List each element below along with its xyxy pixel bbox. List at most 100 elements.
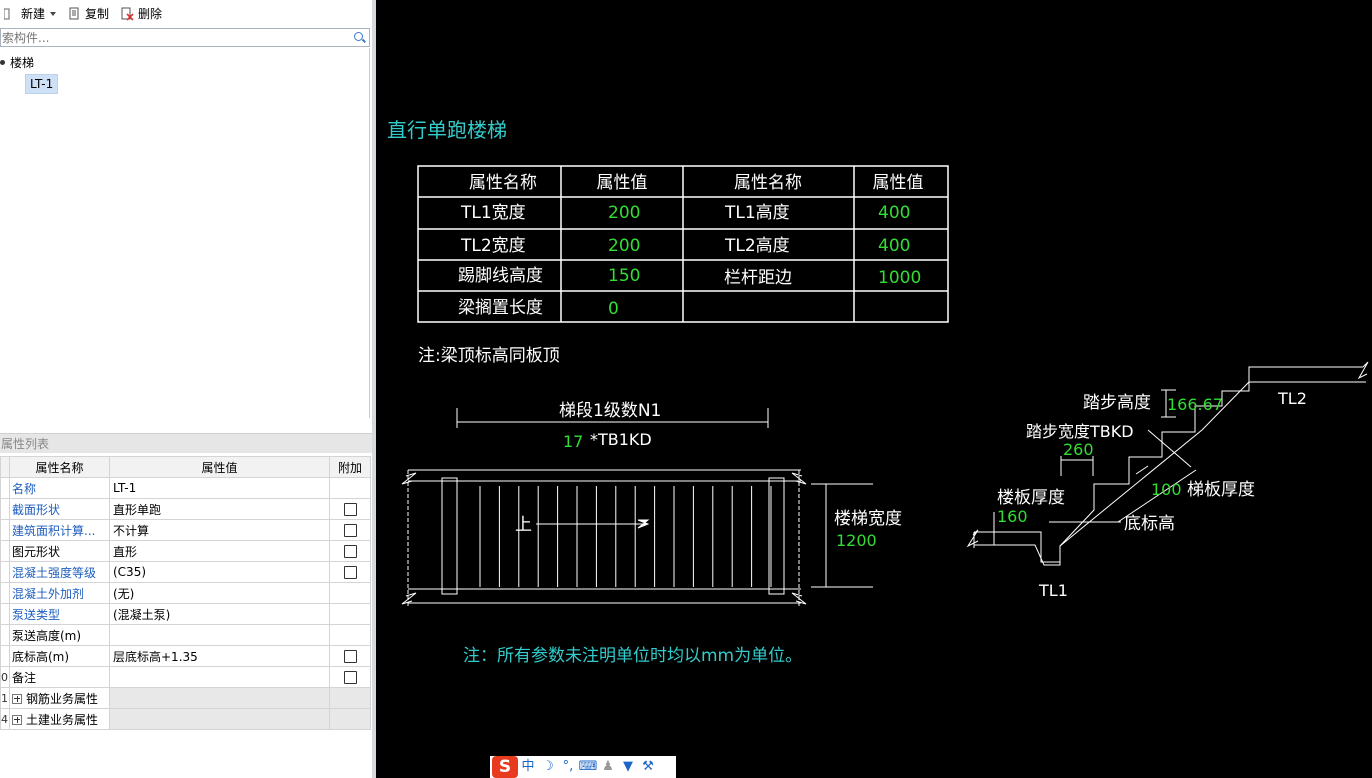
plan-steps-expr: *TB1KD: [590, 430, 652, 449]
property-name: 名称: [9, 477, 110, 499]
property-value[interactable]: (C35): [109, 561, 330, 583]
property-value[interactable]: LT-1: [109, 477, 330, 499]
plan-width-value[interactable]: 1200: [836, 531, 877, 550]
property-extra: [329, 687, 371, 709]
property-extra: [329, 708, 371, 730]
ime-chinese-mode[interactable]: 中: [518, 757, 538, 777]
property-name-text: 建筑面积计算...: [12, 523, 96, 538]
keyboard-icon[interactable]: ⌨: [578, 757, 598, 777]
stair-diagram: 直行单跑楼梯 属性名称 属性值 属性名称 属性值 TL1宽度 TL1高度 TL2…: [387, 118, 1369, 666]
property-name: 泵送高度(m): [9, 624, 110, 646]
component-tree: 楼梯 LT-1: [0, 48, 370, 418]
col-property-value: 属性值: [109, 456, 330, 478]
properties-header-row: 属性名称 属性值 附加: [0, 456, 371, 478]
chevron-down-icon[interactable]: [50, 11, 57, 16]
note-beam-top: 注:梁顶标高同板顶: [418, 346, 560, 366]
property-row[interactable]: 图元形状 直形: [0, 540, 371, 562]
property-name: 建筑面积计算...: [9, 519, 110, 541]
param-tl1-width-value[interactable]: 200: [608, 203, 640, 223]
new-label: 新建: [21, 7, 46, 21]
property-extra: [329, 477, 371, 499]
param-railing-value[interactable]: 1000: [878, 268, 921, 288]
property-value[interactable]: [109, 624, 330, 646]
component-panel: 新建 复制 删除 楼梯 LT-1 属性列表: [0, 0, 372, 778]
copy-label: 复制: [85, 7, 110, 21]
param-tl2-width-value[interactable]: 200: [608, 236, 640, 256]
section-tl1-label: TL1: [1038, 581, 1068, 600]
attach-checkbox[interactable]: [343, 524, 357, 537]
property-value[interactable]: (无): [109, 582, 330, 604]
param-tl2-height-value[interactable]: 400: [878, 236, 910, 256]
property-value[interactable]: [109, 708, 330, 730]
section-stair-thickness-value[interactable]: 100: [1151, 480, 1182, 499]
user-icon[interactable]: ♟: [598, 757, 618, 777]
property-name-text: 钢筋业务属性: [26, 691, 99, 706]
attach-checkbox[interactable]: [343, 545, 357, 558]
property-row-number: [0, 498, 10, 520]
property-value[interactable]: [109, 666, 330, 688]
copy-button[interactable]: 复制: [64, 3, 113, 25]
property-row[interactable]: 4 土建业务属性: [0, 708, 371, 730]
property-row[interactable]: 混凝土强度等级 (C35): [0, 561, 371, 583]
cad-drawing-canvas[interactable]: 直行单跑楼梯 属性名称 属性值 属性名称 属性值 TL1宽度 TL1高度 TL2…: [376, 0, 1372, 778]
plan-steps-value[interactable]: 17: [563, 432, 583, 451]
property-row[interactable]: 截面形状 直形单跑: [0, 498, 371, 520]
table-header-name-1: 属性名称: [469, 173, 537, 193]
tree-node-icon: [0, 60, 5, 65]
section-tl2-label: TL2: [1277, 389, 1307, 408]
attach-checkbox[interactable]: [343, 650, 357, 663]
property-row-number: [0, 624, 10, 646]
attach-checkbox[interactable]: [343, 671, 357, 684]
sogou-logo-icon[interactable]: S: [492, 756, 518, 778]
property-name-text: 图元形状: [12, 544, 61, 559]
property-name-text: 土建业务属性: [26, 712, 99, 727]
property-row[interactable]: 混凝土外加剂 (无): [0, 582, 371, 604]
property-row[interactable]: 0 备注: [0, 666, 371, 688]
property-value[interactable]: 直形: [109, 540, 330, 562]
param-kickboard-value[interactable]: 150: [608, 266, 640, 286]
property-row[interactable]: 底标高(m) 层底标高+1.35: [0, 645, 371, 667]
attach-checkbox[interactable]: [343, 503, 357, 516]
property-row[interactable]: 1 钢筋业务属性: [0, 687, 371, 709]
property-row-number: 0: [0, 666, 10, 688]
param-tl1-width-label: TL1宽度: [460, 203, 526, 223]
param-tl2-width-label: TL2宽度: [460, 236, 526, 256]
skin-icon[interactable]: ▼: [618, 757, 638, 777]
search-icon[interactable]: [354, 32, 363, 41]
property-value[interactable]: 层底标高+1.35: [109, 645, 330, 667]
delete-button[interactable]: 删除: [117, 3, 166, 25]
property-row[interactable]: 泵送高度(m): [0, 624, 371, 646]
section-step-width-label: 踏步宽度TBKD: [1026, 422, 1134, 441]
property-value[interactable]: (混凝土泵): [109, 603, 330, 625]
property-extra: [329, 498, 371, 520]
property-extra: [329, 540, 371, 562]
punctuation-icon[interactable]: °,: [558, 757, 578, 777]
section-step-width-value[interactable]: 260: [1063, 440, 1094, 459]
tree-leaf-lt1[interactable]: LT-1: [25, 74, 59, 94]
expand-icon[interactable]: [12, 693, 22, 704]
property-value[interactable]: 不计算: [109, 519, 330, 541]
property-row[interactable]: 建筑面积计算... 不计算: [0, 519, 371, 541]
property-name: 混凝土强度等级: [9, 561, 110, 583]
attach-checkbox[interactable]: [343, 566, 357, 579]
property-value[interactable]: [109, 687, 330, 709]
property-value[interactable]: 直形单跑: [109, 498, 330, 520]
wrench-icon[interactable]: ⚒: [638, 757, 658, 777]
new-button[interactable]: 新建: [0, 3, 60, 25]
expand-icon[interactable]: [12, 714, 22, 725]
property-row[interactable]: 泵送类型 (混凝土泵): [0, 603, 371, 625]
property-extra: [329, 603, 371, 625]
section-step-height-label: 踏步高度: [1083, 393, 1151, 413]
param-tl1-height-value[interactable]: 400: [878, 203, 910, 223]
moon-icon[interactable]: ☽: [538, 757, 558, 777]
section-slab-thickness-value[interactable]: 160: [997, 507, 1028, 526]
param-beam-seat-label: 梁搁置长度: [458, 298, 543, 318]
section-step-height-value[interactable]: 166.67: [1167, 395, 1223, 414]
plan-up-label: 上: [515, 515, 532, 535]
param-beam-seat-value[interactable]: 0: [608, 299, 619, 319]
search-input[interactable]: [1, 29, 341, 46]
tree-node-label: 楼梯: [10, 56, 35, 70]
param-kickboard-label: 踢脚线高度: [458, 266, 543, 286]
property-row[interactable]: 名称 LT-1: [0, 477, 371, 499]
tree-node-stairs[interactable]: 楼梯: [0, 54, 34, 71]
